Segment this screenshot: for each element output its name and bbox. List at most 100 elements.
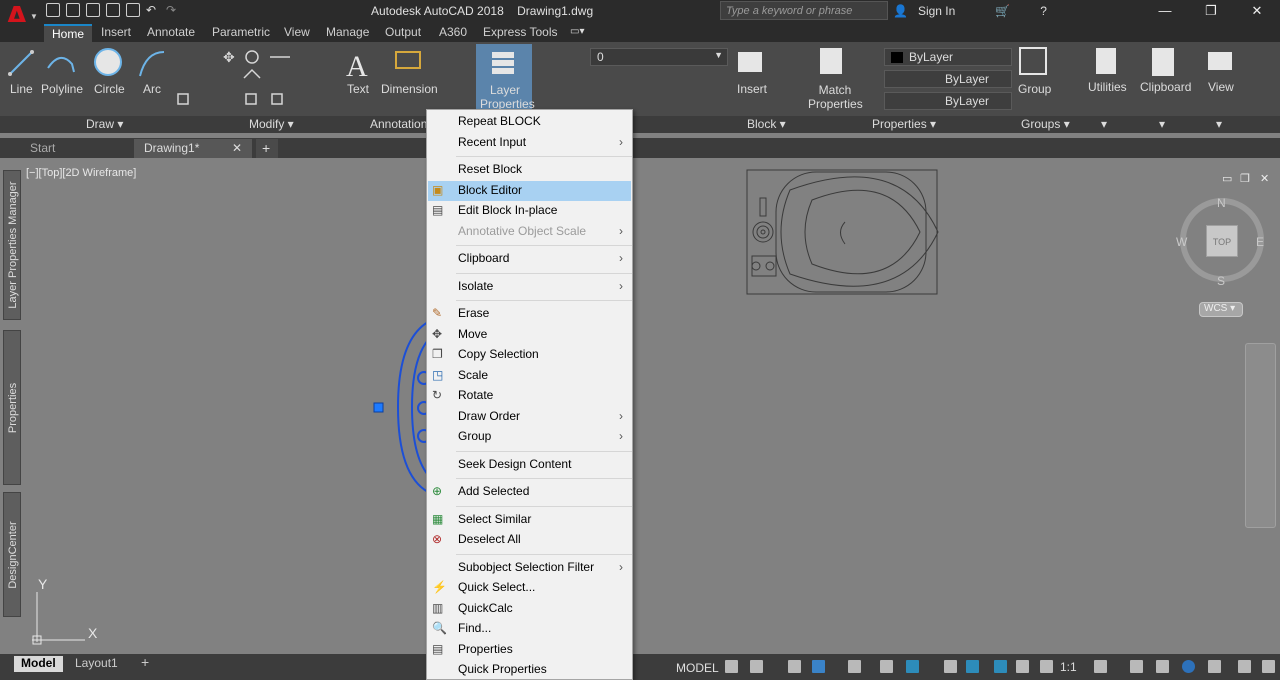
tab-home[interactable]: Home	[44, 24, 93, 42]
panel-clipboard-expand[interactable]: ▾	[1159, 117, 1165, 133]
annotation-scale-icon[interactable]	[1040, 660, 1053, 673]
panel-utilities-expand[interactable]: ▾	[1101, 117, 1107, 133]
ribbon-toggle-icon[interactable]: ▭▾	[570, 26, 592, 38]
annotation-visibility-icon[interactable]	[994, 660, 1007, 673]
circle-button[interactable]: Circle	[94, 82, 125, 96]
open-icon[interactable]	[66, 3, 80, 17]
menu-item-find[interactable]: 🔍 Find...	[428, 619, 631, 639]
help-search-input[interactable]: Type a keyword or phrase	[720, 1, 888, 20]
ortho-icon[interactable]	[788, 660, 801, 673]
tab-express-tools[interactable]: Express Tools	[475, 24, 565, 42]
menu-item-scale[interactable]: ◳ Scale	[428, 366, 631, 386]
menu-item-group[interactable]: Group ›	[428, 427, 631, 447]
dimension-button[interactable]: Dimension	[381, 82, 438, 96]
layer-dropdown[interactable]: 0 ▼	[590, 48, 728, 66]
panel-properties[interactable]: Properties ▾	[872, 117, 936, 133]
save-icon[interactable]	[86, 3, 100, 17]
new-icon[interactable]	[46, 3, 60, 17]
isolate-objects-icon[interactable]	[1156, 660, 1169, 673]
line-button[interactable]: Line	[10, 82, 33, 96]
isodraft-icon[interactable]	[848, 660, 861, 673]
menu-item-block-editor[interactable]: ▣ Block Editor	[428, 180, 631, 201]
panel-view-expand[interactable]: ▾	[1216, 117, 1222, 133]
polar-icon[interactable]	[812, 660, 825, 673]
snap-icon[interactable]	[750, 660, 763, 673]
osnap-tracking-icon[interactable]	[880, 660, 893, 673]
viewport-close-icon[interactable]: ✕	[1260, 172, 1269, 185]
viewport-restore-icon[interactable]: ❐	[1240, 172, 1250, 185]
menu-item-erase[interactable]: ✎ Erase	[428, 304, 631, 324]
menu-item-reset-block[interactable]: Reset Block	[428, 160, 631, 180]
menu-item-quick-properties[interactable]: Quick Properties	[428, 660, 631, 680]
polyline-button[interactable]: Polyline	[41, 82, 83, 96]
tab-output[interactable]: Output	[377, 24, 429, 42]
panel-modify[interactable]: Modify ▾	[249, 117, 294, 133]
view-button[interactable]: View	[1208, 80, 1234, 94]
menu-item-move[interactable]: ✥ Move	[428, 325, 631, 345]
print-icon[interactable]	[126, 3, 140, 17]
compass-north[interactable]: N	[1217, 196, 1226, 210]
annotation-scale-dropdown[interactable]: 1:1	[1060, 660, 1077, 674]
panel-annotation[interactable]: Annotation	[370, 117, 427, 133]
new-layout-button[interactable]: +	[134, 654, 156, 670]
fullscreen-icon[interactable]	[1238, 660, 1251, 673]
menu-item-add-selected[interactable]: ⊕ Add Selected	[428, 482, 631, 502]
compass-west[interactable]: W	[1176, 235, 1187, 249]
palette-layer-properties-manager[interactable]: Layer Properties Manager	[3, 170, 21, 320]
menu-item-select-similar[interactable]: ▦ Select Similar	[428, 510, 631, 530]
menu-item-rotate[interactable]: ↻ Rotate	[428, 386, 631, 406]
insert-button[interactable]: Insert	[737, 82, 767, 96]
menu-item-edit-block-in-place[interactable]: ▤ Edit Block In-place	[428, 201, 631, 221]
close-icon[interactable]: ✕	[232, 141, 242, 155]
model-space-toggle[interactable]: MODEL	[676, 661, 719, 675]
tab-manage[interactable]: Manage	[318, 24, 377, 42]
compass-east[interactable]: E	[1256, 235, 1264, 249]
lineweight-dropdown[interactable]: ByLayer	[884, 92, 1012, 110]
panel-groups[interactable]: Groups ▾	[1021, 117, 1070, 133]
menu-item-subobject-selection-filter[interactable]: Subobject Selection Filter ›	[428, 558, 631, 578]
help-icon[interactable]: ?	[1040, 4, 1047, 18]
tab-drawing1[interactable]: Drawing1* ✕	[134, 139, 252, 158]
lineweight-icon[interactable]	[944, 660, 957, 673]
autoscale-icon[interactable]	[1016, 660, 1029, 673]
drawing-viewport[interactable]	[24, 160, 1280, 654]
hardware-acceleration-icon[interactable]	[1182, 660, 1195, 673]
menu-item-seek-design-content[interactable]: Seek Design Content	[428, 455, 631, 475]
palette-designcenter[interactable]: DesignCenter	[3, 492, 21, 617]
panel-block[interactable]: Block ▾	[747, 117, 786, 133]
tab-view[interactable]: View	[276, 24, 318, 42]
menu-item-draw-order[interactable]: Draw Order ›	[428, 407, 631, 427]
maximize-icon[interactable]: ❐	[1188, 0, 1234, 22]
clipboard-button[interactable]: Clipboard	[1140, 80, 1191, 94]
viewport-controls-label[interactable]: [−][Top][2D Wireframe]	[26, 167, 136, 179]
new-tab-button[interactable]: +	[256, 139, 278, 158]
navigation-bar[interactable]	[1245, 343, 1276, 528]
menu-item-properties[interactable]: ▤ Properties	[428, 640, 631, 660]
utilities-button[interactable]: Utilities	[1088, 80, 1127, 94]
menu-item-quick-select[interactable]: ⚡ Quick Select...	[428, 578, 631, 598]
redo-icon[interactable]: ↷	[166, 3, 180, 17]
wcs-menu[interactable]: WCS ▾	[1199, 302, 1243, 317]
match-properties-button[interactable]: Match Properties	[808, 83, 863, 111]
undo-icon[interactable]: ↶	[146, 3, 160, 17]
menu-item-recent-input[interactable]: Recent Input ›	[428, 133, 631, 153]
tab-annotate[interactable]: Annotate	[139, 24, 203, 42]
save-as-icon[interactable]	[106, 3, 120, 17]
transparency-icon[interactable]	[966, 660, 979, 673]
color-dropdown[interactable]: ByLayer	[884, 48, 1012, 66]
arc-button[interactable]: Arc	[143, 82, 161, 96]
viewcube-top-face[interactable]: TOP	[1206, 225, 1238, 257]
menu-item-deselect-all[interactable]: ⊗ Deselect All	[428, 530, 631, 550]
tab-insert[interactable]: Insert	[93, 24, 139, 42]
text-button[interactable]: Text	[347, 82, 369, 96]
menu-item-isolate[interactable]: Isolate ›	[428, 277, 631, 297]
linetype-dropdown[interactable]: ByLayer	[884, 70, 1012, 88]
palette-properties[interactable]: Properties	[3, 330, 21, 485]
cart-icon[interactable]: 🛒	[995, 4, 1010, 18]
gear-icon[interactable]	[1094, 660, 1107, 673]
osnap-icon[interactable]	[906, 660, 919, 673]
menu-item-clipboard[interactable]: Clipboard ›	[428, 249, 631, 269]
tab-parametric[interactable]: Parametric	[204, 24, 278, 42]
viewport-minimize-icon[interactable]: ▭	[1222, 172, 1232, 185]
tab-start[interactable]: Start	[20, 139, 132, 158]
